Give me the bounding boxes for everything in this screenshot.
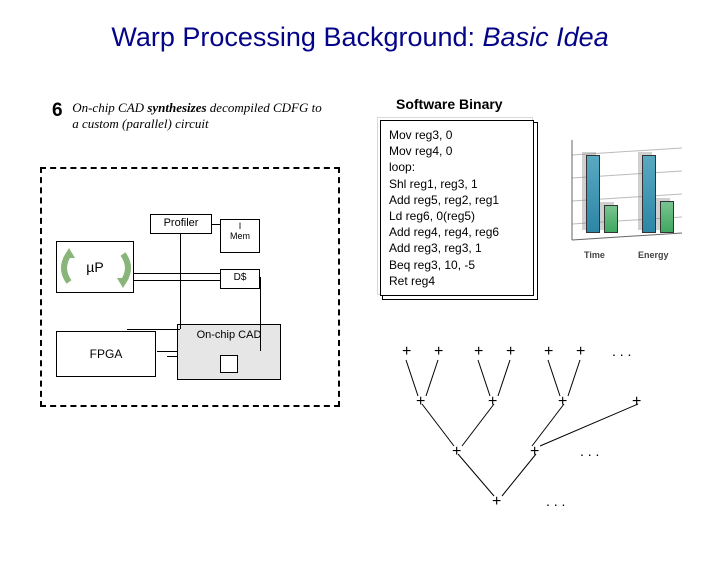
block-fpga: FPGA bbox=[56, 331, 156, 377]
svg-text:+: + bbox=[452, 443, 461, 460]
chart-label-time: Time bbox=[584, 250, 605, 260]
tree-op: + bbox=[402, 343, 411, 360]
bar-after bbox=[660, 201, 674, 233]
arch-diagram: µP Profiler I Mem D$ FPGA On-chip CAD bbox=[40, 167, 340, 407]
block-dcache: D$ bbox=[220, 269, 260, 289]
bar-after bbox=[604, 205, 618, 233]
svg-text:. . .: . . . bbox=[546, 493, 565, 509]
svg-text:+: + bbox=[576, 343, 585, 360]
bar-before bbox=[642, 155, 656, 233]
connector bbox=[134, 280, 220, 281]
svg-text:+: + bbox=[544, 343, 553, 360]
connector bbox=[127, 329, 180, 330]
chart-bars-time bbox=[586, 155, 620, 238]
connector bbox=[157, 351, 177, 352]
slide-title: Warp Processing Background: Basic Idea bbox=[0, 22, 720, 53]
connector bbox=[260, 277, 261, 351]
svg-text:+: + bbox=[530, 443, 539, 460]
bar-chart: Time Energy bbox=[562, 130, 696, 258]
step-text: On-chip CAD synthesizes decompiled CDFG … bbox=[72, 100, 322, 132]
chart-label-energy: Energy bbox=[638, 250, 669, 260]
block-cad: On-chip CAD bbox=[177, 324, 281, 380]
svg-text:+: + bbox=[474, 343, 483, 360]
svg-text:+: + bbox=[492, 493, 501, 510]
chart-bars-energy bbox=[642, 155, 676, 238]
assembly-code-box: Mov reg3, 0 Mov reg4, 0 loop: Shl reg1, … bbox=[380, 120, 534, 296]
step-caption: 6 On-chip CAD synthesizes decompiled CDF… bbox=[52, 100, 342, 132]
svg-text:+: + bbox=[434, 343, 443, 360]
title-prefix: Warp Processing Background: bbox=[111, 22, 482, 52]
step-number: 6 bbox=[52, 100, 63, 121]
svg-text:. . .: . . . bbox=[580, 443, 599, 459]
bar-before bbox=[586, 155, 600, 233]
cpu-cycle-arrows-icon bbox=[57, 242, 135, 294]
connector bbox=[212, 224, 220, 225]
title-suffix: Basic Idea bbox=[483, 22, 609, 52]
software-binary-label: Software Binary bbox=[396, 96, 503, 112]
svg-text:+: + bbox=[558, 393, 567, 410]
svg-text:+: + bbox=[416, 393, 425, 410]
connector bbox=[180, 234, 181, 329]
connector bbox=[134, 273, 220, 274]
block-cpu: µP bbox=[56, 241, 134, 293]
block-profiler: Profiler bbox=[150, 214, 212, 234]
svg-text:+: + bbox=[632, 393, 641, 410]
cad-badge bbox=[220, 355, 238, 373]
block-imem: I Mem bbox=[220, 219, 260, 253]
svg-text:+: + bbox=[488, 393, 497, 410]
svg-text:. . .: . . . bbox=[612, 343, 631, 359]
connector bbox=[167, 356, 177, 357]
adder-tree: + + + + + + + + + + + + + . . . . . . . … bbox=[384, 338, 694, 548]
svg-text:+: + bbox=[506, 343, 515, 360]
